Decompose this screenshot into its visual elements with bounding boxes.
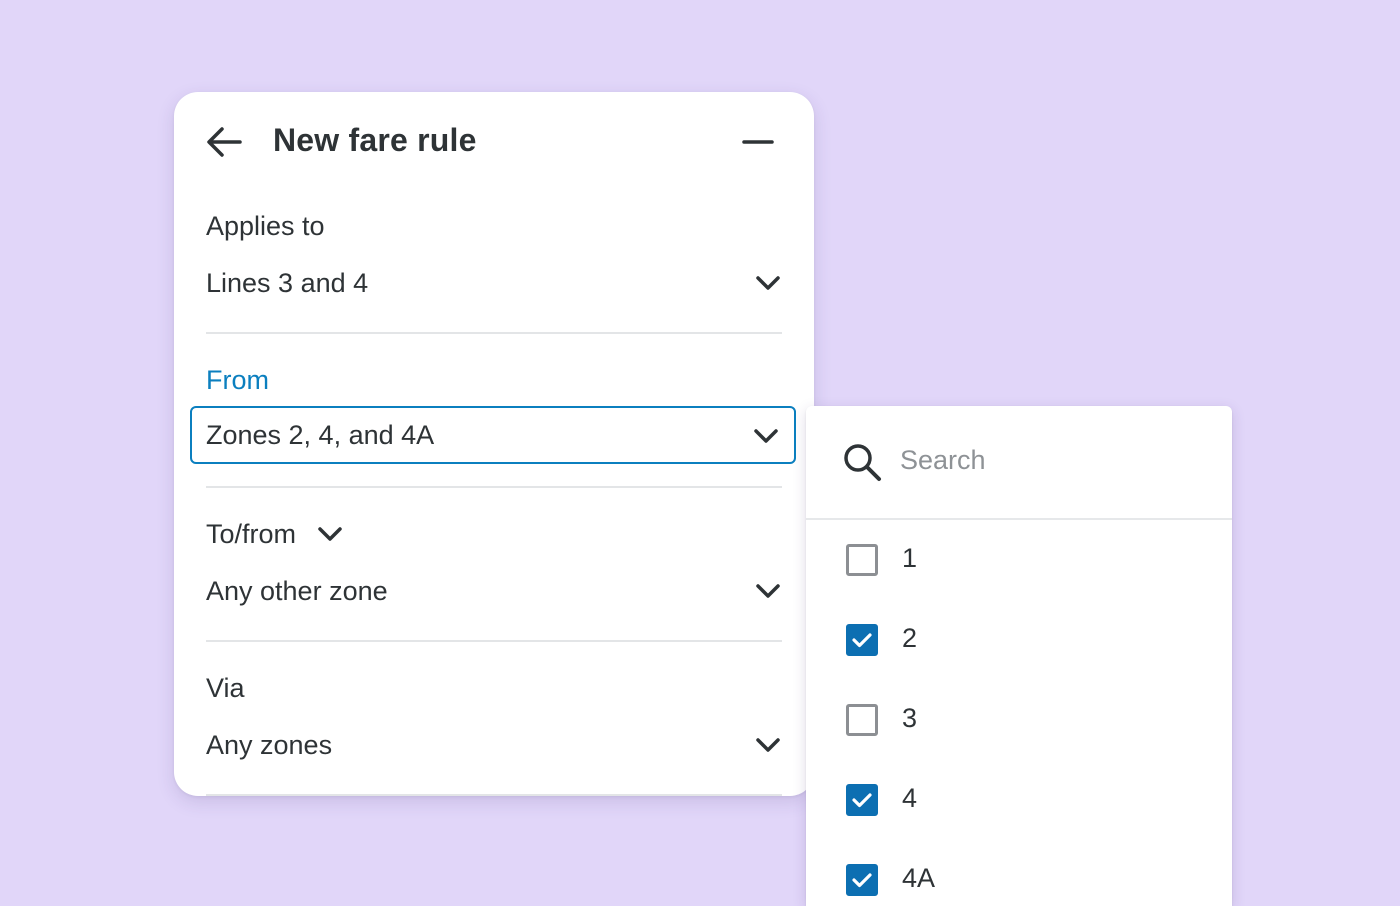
checkbox[interactable] <box>846 624 878 656</box>
search-input[interactable] <box>900 440 1200 480</box>
back-button[interactable] <box>202 120 246 164</box>
option-label: 4A <box>902 863 936 893</box>
chevron-down-icon <box>754 429 778 443</box>
via-label: Via <box>206 673 245 703</box>
option-zone-3[interactable]: 3 <box>806 680 1232 760</box>
option-label: 4 <box>902 783 918 813</box>
option-zone-1[interactable]: 1 <box>806 520 1232 600</box>
chevron-down-icon <box>756 584 780 598</box>
applies-to-select[interactable]: Lines 3 and 4 <box>206 258 782 308</box>
option-label: 1 <box>902 543 918 573</box>
from-value: Zones 2, 4, and 4A <box>206 420 435 450</box>
checkbox[interactable] <box>846 544 878 576</box>
from-label: From <box>206 365 269 395</box>
divider <box>206 332 782 334</box>
search-row <box>806 406 1232 520</box>
to-from-label: To/from <box>206 519 297 549</box>
page-title: New fare rule <box>273 122 477 158</box>
from-select[interactable]: Zones 2, 4, and 4A <box>190 406 796 464</box>
checkbox[interactable] <box>846 864 878 896</box>
check-icon <box>852 633 872 648</box>
search-icon <box>844 444 881 481</box>
chevron-down-icon <box>756 276 780 290</box>
fare-rule-panel: New fare rule Applies to Lines 3 and 4 F… <box>174 92 814 796</box>
check-icon <box>852 793 872 808</box>
divider <box>206 794 782 796</box>
minus-icon <box>742 140 774 144</box>
option-zone-2[interactable]: 2 <box>806 600 1232 680</box>
checkbox[interactable] <box>846 704 878 736</box>
chevron-down-icon <box>318 527 342 541</box>
option-zone-4a[interactable]: 4A <box>806 840 1232 906</box>
to-from-value: Any other zone <box>206 576 388 606</box>
option-label: 3 <box>902 703 918 733</box>
zones-dropdown: 1 2 3 4 4A <box>806 406 1232 906</box>
checkbox[interactable] <box>846 784 878 816</box>
via-select[interactable]: Any zones <box>206 720 782 770</box>
divider <box>206 486 782 488</box>
applies-to-value: Lines 3 and 4 <box>206 268 369 298</box>
divider <box>206 640 782 642</box>
to-from-label-toggle[interactable]: To/from <box>206 516 344 552</box>
minimize-button[interactable] <box>736 122 780 162</box>
chevron-down-icon <box>756 738 780 752</box>
applies-to-label: Applies to <box>206 211 325 241</box>
option-label: 2 <box>902 623 918 653</box>
arrow-left-icon <box>207 127 242 157</box>
via-value: Any zones <box>206 730 333 760</box>
option-zone-4[interactable]: 4 <box>806 760 1232 840</box>
panel-header: New fare rule <box>174 92 814 188</box>
check-icon <box>852 873 872 888</box>
to-from-select[interactable]: Any other zone <box>206 566 782 616</box>
